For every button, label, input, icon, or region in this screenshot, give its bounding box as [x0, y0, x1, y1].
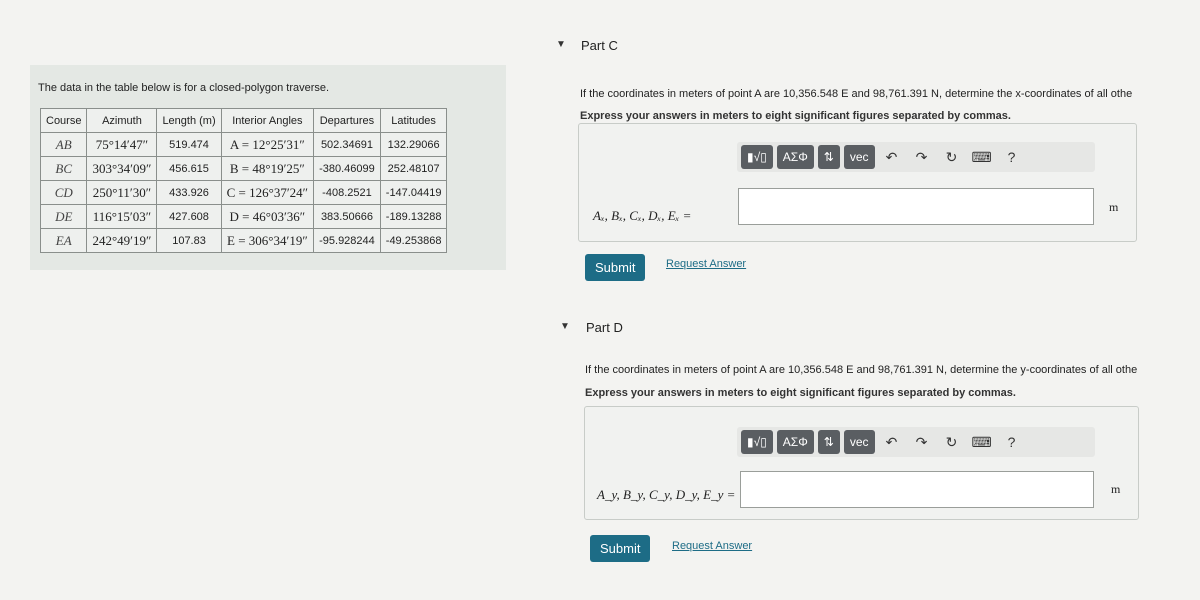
table-header: Course Azimuth Length (m) Interior Angles De… [39, 108, 448, 133]
part-d-question: If the coordinates in meters of point A … [585, 364, 1138, 376]
table-cell: 456.615 [156, 156, 222, 181]
part-d-answer-input[interactable] [740, 471, 1094, 508]
table-cell: 252.48107 [379, 156, 448, 181]
table-cell: E = 306°34′19″ [220, 228, 315, 253]
keyboard-icon[interactable]: ⌨ [969, 149, 995, 166]
column-header: Interior Angles [220, 108, 315, 133]
arrows-button[interactable]: ⇅ [817, 145, 840, 169]
part-d-title: Part D [586, 320, 623, 335]
part-d-instruction: Express your answers in meters to eight … [585, 387, 1016, 399]
table-cell: C = 126°37′24″ [220, 180, 315, 205]
part-c-unit: m [1109, 200, 1119, 214]
column-header: Latitudes [379, 108, 448, 133]
table-row: AB 75°14′47″ 519.474 A = 12°25′31″ 502.34691… [39, 132, 448, 157]
part-c-label: Aₓ, Bₓ, Cₓ, Dₓ, Eₓ = [593, 208, 692, 223]
part-c-toolbar: ▮√▯ ΑΣΦ ⇅ vec ↶ ↷ ↻ ⌨ ? [737, 142, 1095, 172]
table-cell: 116°15′03″ [86, 204, 158, 229]
part-c-submit-button[interactable]: Submit [585, 254, 646, 281]
table-cell: -95.928244 [313, 228, 381, 253]
part-d-submit-button[interactable]: Submit [590, 535, 651, 562]
part-c-title: Part C [581, 38, 618, 53]
table-cell: 519.474 [156, 132, 222, 157]
greek-button[interactable]: ΑΣΦ [776, 145, 814, 169]
table-cell: -49.253868 [379, 228, 448, 253]
column-header: Departures [313, 108, 381, 133]
redo-icon[interactable]: ↷ [909, 434, 935, 451]
table-row: DE 116°15′03″ 427.608 D = 46°03′36″ 383.5066… [39, 204, 448, 229]
table-cell: -189.13288 [379, 204, 448, 229]
redo-icon[interactable]: ↷ [909, 149, 935, 166]
table-cell: CD [39, 180, 88, 205]
collapse-part-d-icon[interactable]: ▼ [560, 321, 570, 332]
keyboard-icon[interactable]: ⌨ [969, 434, 995, 451]
templates-button[interactable]: ▮√▯ [741, 145, 773, 169]
column-header: Length (m) [156, 108, 222, 133]
part-c-question: If the coordinates in meters of point A … [580, 88, 1133, 100]
table-cell: DE [39, 204, 88, 229]
column-header: Azimuth [86, 108, 158, 133]
table-cell: BC [39, 156, 88, 181]
table-cell: 502.34691 [313, 132, 381, 157]
table-cell: 427.608 [156, 204, 222, 229]
table-cell: D = 46°03′36″ [220, 204, 315, 229]
arrows-button[interactable]: ⇅ [817, 430, 840, 454]
greek-button[interactable]: ΑΣΦ [776, 430, 814, 454]
part-c-answer-box: ▮√▯ ΑΣΦ ⇅ vec ↶ ↷ ↻ ⌨ ? Aₓ, Bₓ, Cₓ, Dₓ, … [578, 123, 1137, 242]
table-cell: -147.04419 [379, 180, 448, 205]
part-c-answer-input[interactable] [738, 188, 1094, 225]
table-cell: 383.50666 [313, 204, 381, 229]
part-d-label: A_y, B_y, C_y, D_y, E_y = [597, 487, 736, 502]
table-row: CD 250°11′30″ 433.926 C = 126°37′24″ -408.25… [39, 180, 448, 205]
table-cell: 132.29066 [379, 132, 448, 157]
table-cell: 75°14′47″ [86, 132, 158, 157]
table-cell: EA [39, 228, 88, 253]
table-cell: -408.2521 [313, 180, 381, 205]
undo-icon[interactable]: ↶ [879, 149, 905, 166]
vec-button[interactable]: vec [843, 145, 875, 169]
traverse-table: Course Azimuth Length (m) Interior Angles De… [39, 108, 448, 253]
table-cell: 433.926 [156, 180, 222, 205]
table-cell: B = 48°19′25″ [220, 156, 315, 181]
collapse-part-c-icon[interactable]: ▼ [556, 39, 566, 50]
table-cell: A = 12°25′31″ [220, 132, 315, 157]
table-row: EA 242°49′19″ 107.83 E = 306°34′19″ -95.9282… [39, 228, 448, 253]
intro-text: The data in the table below is for a clo… [38, 82, 330, 94]
part-d-unit: m [1111, 482, 1121, 496]
part-d-answer-box: ▮√▯ ΑΣΦ ⇅ vec ↶ ↷ ↻ ⌨ ? A_y, B_y, C_y, D… [584, 406, 1139, 520]
table-row: BC 303°34′09″ 456.615 B = 48°19′25″ -380.460… [39, 156, 448, 181]
column-header: Course [39, 108, 88, 133]
table-cell: 250°11′30″ [86, 180, 158, 205]
part-c-instruction: Express your answers in meters to eight … [580, 110, 1011, 122]
part-d-request-answer-link[interactable]: Request Answer [672, 540, 752, 552]
templates-button[interactable]: ▮√▯ [741, 430, 773, 454]
traverse-data-panel: The data in the table below is for a clo… [30, 65, 506, 270]
help-icon[interactable]: ? [999, 434, 1025, 450]
table-cell: 107.83 [156, 228, 222, 253]
reset-icon[interactable]: ↻ [939, 149, 965, 166]
part-c-request-answer-link[interactable]: Request Answer [666, 258, 746, 270]
part-d-toolbar: ▮√▯ ΑΣΦ ⇅ vec ↶ ↷ ↻ ⌨ ? [737, 427, 1095, 457]
reset-icon[interactable]: ↻ [939, 434, 965, 451]
undo-icon[interactable]: ↶ [879, 434, 905, 451]
table-cell: 303°34′09″ [86, 156, 158, 181]
table-cell: 242°49′19″ [86, 228, 158, 253]
table-cell: AB [39, 132, 88, 157]
table-cell: -380.46099 [313, 156, 381, 181]
help-icon[interactable]: ? [999, 149, 1025, 165]
vec-button[interactable]: vec [843, 430, 875, 454]
